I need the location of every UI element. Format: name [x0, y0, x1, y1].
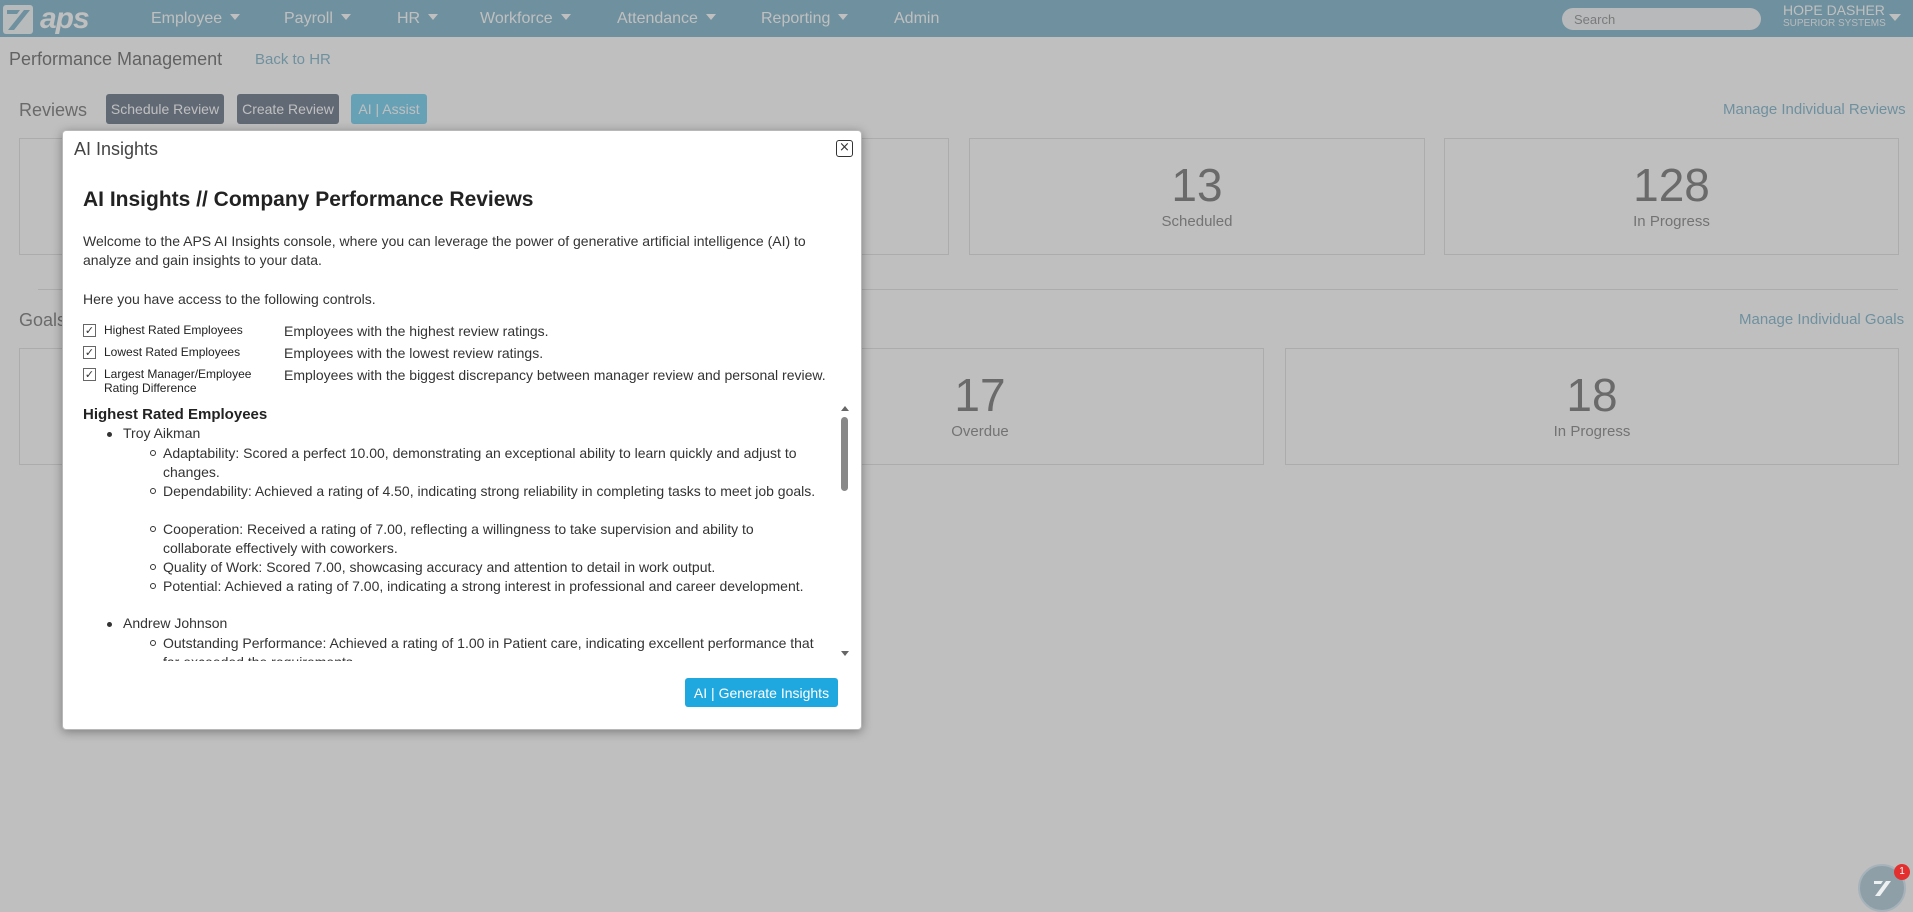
- bullet-icon: [107, 432, 112, 437]
- control-description: Employees with the highest review rating…: [284, 323, 549, 339]
- dialog-title: AI Insights: [74, 139, 159, 159]
- rating-difference-checkbox[interactable]: ✓: [83, 368, 96, 381]
- lowest-rated-checkbox[interactable]: ✓: [83, 346, 96, 359]
- scrollbar-thumb[interactable]: [841, 417, 848, 491]
- list-item: Adaptability: Scored a perfect 10.00, de…: [150, 444, 823, 482]
- scroll-up-arrow-icon[interactable]: [841, 406, 849, 411]
- control-label: Lowest Rated Employees: [104, 345, 241, 359]
- circle-bullet-icon: [150, 526, 156, 532]
- insight-text: Quality of Work: Scored 7.00, showcasing…: [163, 559, 716, 575]
- dialog-heading: AI Insights // Company Performance Revie…: [83, 188, 534, 211]
- list-item: Potential: Achieved a rating of 7.00, in…: [150, 577, 823, 596]
- insight-text: Dependability: Achieved a rating of 4.50…: [163, 483, 816, 499]
- close-icon[interactable]: ×: [836, 140, 853, 157]
- employee-name: Troy Aikman: [123, 425, 201, 441]
- circle-bullet-icon: [150, 450, 156, 456]
- results-heading: Highest Rated Employees: [83, 406, 268, 423]
- ai-insights-dialog: AI Insights × AI Insights // Company Per…: [62, 130, 862, 730]
- notification-badge: 1: [1894, 864, 1910, 880]
- generate-insights-button[interactable]: AI | Generate Insights: [685, 678, 838, 707]
- scroll-down-arrow-icon[interactable]: [841, 651, 849, 656]
- insight-text: Potential: Achieved a rating of 7.00, in…: [163, 578, 804, 594]
- aps-logo-icon: [1874, 881, 1891, 896]
- insight-text: Outstanding Performance: Achieved a rati…: [163, 635, 814, 661]
- circle-bullet-icon: [150, 640, 156, 646]
- list-item: Cooperation: Received a rating of 7.00, …: [150, 520, 823, 558]
- highest-rated-checkbox[interactable]: ✓: [83, 324, 96, 337]
- control-label: Largest Manager/Employee Rating Differen…: [104, 367, 252, 395]
- insight-text: Cooperation: Received a rating of 7.00, …: [163, 521, 754, 556]
- list-item: Dependability: Achieved a rating of 4.50…: [150, 482, 823, 501]
- list-item: Quality of Work: Scored 7.00, showcasing…: [150, 558, 823, 577]
- circle-bullet-icon: [150, 488, 156, 494]
- control-label: Highest Rated Employees: [104, 323, 243, 337]
- insight-text: Adaptability: Scored a perfect 10.00, de…: [163, 445, 797, 480]
- control-description: Employees with the lowest review ratings…: [284, 345, 544, 361]
- controls-intro-text: Here you have access to the following co…: [83, 291, 376, 307]
- employee-name: Andrew Johnson: [123, 615, 228, 631]
- list-item: Outstanding Performance: Achieved a rati…: [150, 634, 823, 661]
- dialog-intro-text: Welcome to the APS AI Insights console, …: [83, 233, 806, 268]
- insights-results-panel[interactable]: Highest Rated Employees Troy Aikman Adap…: [83, 406, 843, 661]
- control-description: Employees with the biggest discrepancy b…: [284, 367, 826, 383]
- circle-bullet-icon: [150, 564, 156, 570]
- circle-bullet-icon: [150, 583, 156, 589]
- bullet-icon: [107, 622, 112, 627]
